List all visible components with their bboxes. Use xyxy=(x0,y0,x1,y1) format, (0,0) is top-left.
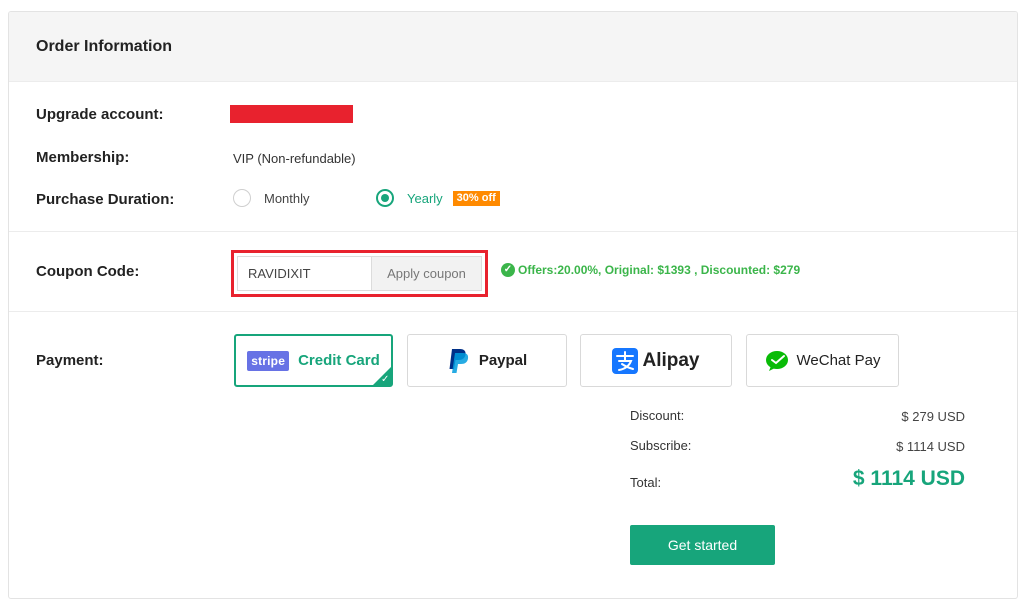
coupon-code-label: Coupon Code: xyxy=(36,263,140,280)
payment-wechat[interactable]: WeChat Pay xyxy=(746,334,899,387)
coupon-offer-message: ✓ Offers:20.00%, Original: $1393 , Disco… xyxy=(501,263,800,277)
payment-paypal-label: Paypal xyxy=(478,352,528,369)
radio-yearly-circle[interactable] xyxy=(376,189,394,207)
upgrade-account-label: Upgrade account: xyxy=(36,106,164,123)
discount-badge: 30% off xyxy=(452,190,500,206)
subscribe-value: $ 1114 USD xyxy=(896,439,965,454)
redacted-account-value xyxy=(230,105,353,123)
radio-monthly-label: Monthly xyxy=(264,190,310,206)
payment-alipay[interactable]: Alipay xyxy=(580,334,732,387)
payment-credit-card-label: Credit Card xyxy=(298,352,380,369)
radio-yearly[interactable]: Yearly 30% off xyxy=(376,189,500,207)
get-started-button[interactable]: Get started xyxy=(630,525,775,565)
discount-label: Discount: xyxy=(630,408,685,423)
payment-wechat-label: WeChat Pay xyxy=(796,352,881,369)
total-value: $ 1114 USD xyxy=(852,467,965,490)
subscribe-label: Subscribe: xyxy=(630,438,692,453)
divider xyxy=(9,311,1017,312)
alipay-icon xyxy=(612,347,639,374)
selected-check-icon: ✓ xyxy=(372,366,392,386)
discount-value: $ 279 USD xyxy=(901,409,965,424)
stripe-icon: stripe xyxy=(247,350,290,371)
order-card: Order Information Upgrade account: Membe… xyxy=(8,11,1018,599)
coupon-offer-text: Offers:20.00%, Original: $1393 , Discoun… xyxy=(518,263,801,277)
membership-value: VIP (Non-refundable) xyxy=(233,151,356,166)
wechat-icon xyxy=(765,350,788,371)
total-label: Total: xyxy=(630,475,662,490)
paypal-icon xyxy=(449,348,468,373)
payment-paypal[interactable]: Paypal xyxy=(407,334,567,387)
membership-label: Membership: xyxy=(36,149,130,166)
purchase-duration-label: Purchase Duration: xyxy=(36,191,175,208)
payment-credit-card[interactable]: stripe Credit Card ✓ xyxy=(234,334,393,387)
apply-coupon-button[interactable]: Apply coupon xyxy=(371,256,482,291)
coupon-highlight-box: Apply coupon xyxy=(231,250,488,297)
payment-label: Payment: xyxy=(36,352,104,369)
payment-alipay-label: Alipay xyxy=(642,349,700,371)
card-header: Order Information xyxy=(9,12,1017,82)
coupon-input[interactable] xyxy=(237,256,371,291)
radio-yearly-label: Yearly xyxy=(407,190,443,206)
radio-monthly[interactable]: Monthly xyxy=(233,189,310,207)
divider xyxy=(9,231,1017,232)
radio-monthly-circle[interactable] xyxy=(233,189,251,207)
check-circle-icon: ✓ xyxy=(501,263,515,277)
page-title: Order Information xyxy=(36,37,173,55)
